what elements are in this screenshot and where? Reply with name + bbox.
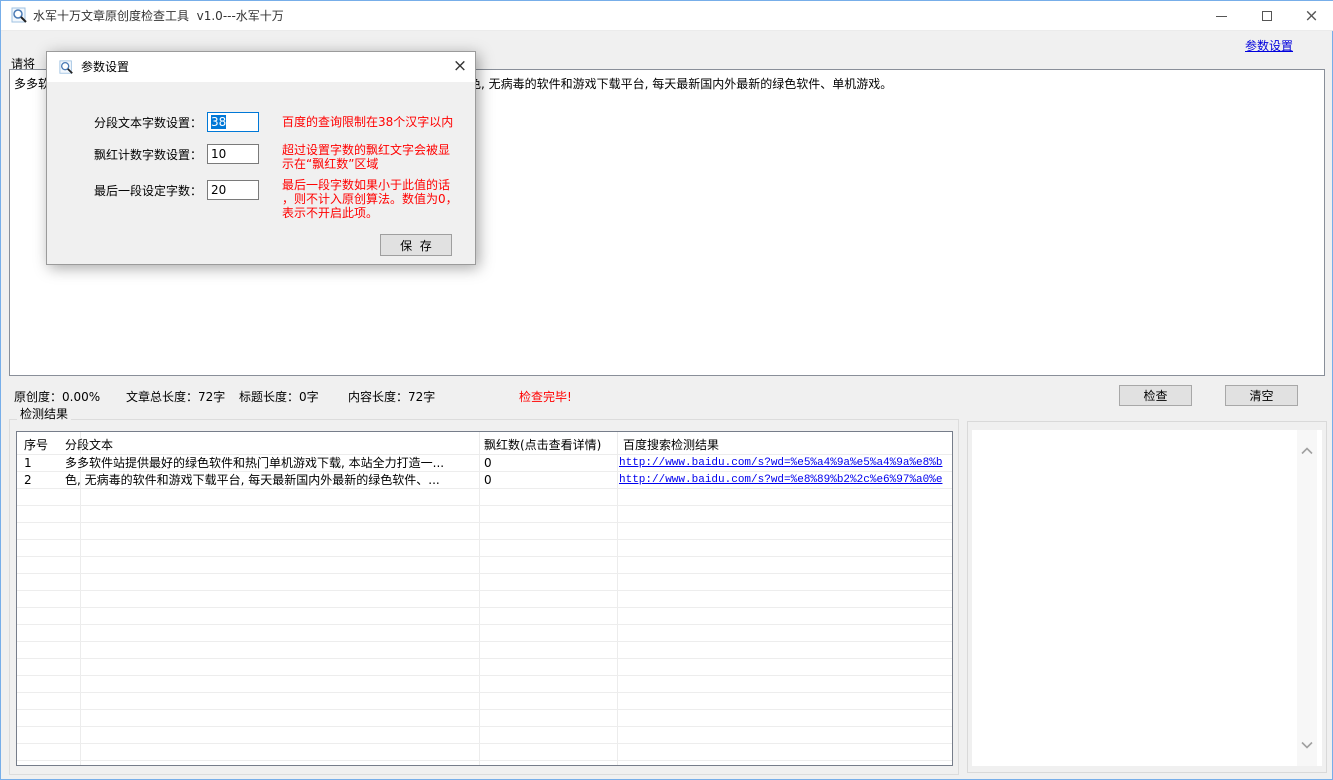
field-label-last-segment-chars: 最后一段设定字数： xyxy=(93,184,202,198)
magnifier-dialog-icon xyxy=(59,60,74,78)
status-originality: 原创度：0.00% xyxy=(14,390,101,404)
table-header-redcount[interactable]: 飘红数(点击查看详情) xyxy=(484,436,601,453)
field-hint-segment-chars: 百度的查询限制在38个汉字以内 xyxy=(282,115,454,129)
status-title-length: 标题长度：0字 xyxy=(239,390,319,404)
detail-panel-content[interactable] xyxy=(972,430,1322,766)
scroll-down-icon[interactable] xyxy=(1301,738,1313,752)
clear-button[interactable]: 清空 xyxy=(1225,385,1298,406)
table-row: 2 色, 无病毒的软件和游戏下载平台, 每天最新国内外最新的绿色软件、... 0… xyxy=(17,472,952,489)
close-button[interactable]: × xyxy=(1289,1,1333,31)
minimize-button[interactable] xyxy=(1199,1,1244,31)
scroll-up-icon[interactable] xyxy=(1301,444,1313,458)
dialog-close-button[interactable]: × xyxy=(445,52,475,82)
field-input-segment-chars[interactable]: 38 xyxy=(207,112,259,132)
row-index: 1 xyxy=(24,456,32,470)
minimize-icon xyxy=(1216,15,1227,17)
close-icon: × xyxy=(1304,5,1319,26)
selected-text: 38 xyxy=(211,115,227,129)
maximize-button[interactable] xyxy=(1244,1,1289,31)
row-segment-text: 色, 无病毒的软件和游戏下载平台, 每天最新国内外最新的绿色软件、... xyxy=(65,473,440,487)
scrollbar[interactable] xyxy=(1297,430,1317,766)
settings-dialog: 参数设置 × 分段文本字数设置： 38 百度的查询限制在38个汉字以内 飘红计数… xyxy=(46,51,476,265)
article-text-fragment-right: 色, 无病毒的软件和游戏下载平台, 每天最新国内外最新的绿色软件、单机游戏。 xyxy=(469,77,893,91)
table-header-index[interactable]: 序号 xyxy=(24,436,48,453)
row-baidu-link[interactable]: http://www.baidu.com/s?wd=%e5%a4%9a%e5%a… xyxy=(619,455,942,471)
status-content-length: 内容长度：72字 xyxy=(348,390,436,404)
field-input-last-segment-chars[interactable] xyxy=(207,180,259,200)
dialog-title: 参数设置 xyxy=(81,60,130,74)
row-index: 2 xyxy=(24,473,32,487)
field-label-red-count-chars: 飘红计数字数设置： xyxy=(93,148,202,162)
field-hint-last-segment-chars: 最后一段字数如果小于此值的话，则不计入原创算法。数值为0，表示不开启此项。 xyxy=(282,178,458,220)
table-grid xyxy=(17,455,952,765)
dialog-title-bar: 参数设置 × xyxy=(47,52,475,82)
detail-panel xyxy=(967,421,1327,773)
title-bar: 水军十万文章原创度检查工具 v1.0---水军十万 × xyxy=(1,1,1333,31)
table-row: 1 多多软件站提供最好的绿色软件和热门单机游戏下载, 本站全力打造一... 0 … xyxy=(17,455,952,472)
magnifier-app-icon xyxy=(11,7,28,27)
close-icon: × xyxy=(452,56,468,76)
app-window: { "window": { "title": "水军十万文章原创度检查工具 v1… xyxy=(0,0,1333,780)
table-header-segment[interactable]: 分段文本 xyxy=(65,436,113,453)
field-input-red-count-chars[interactable] xyxy=(207,144,259,164)
row-red-count[interactable]: 0 xyxy=(484,472,492,488)
save-button[interactable]: 保 存 xyxy=(380,234,452,256)
table-header-baidu-result[interactable]: 百度搜索检测结果 xyxy=(623,436,719,453)
window-controls: × xyxy=(1199,1,1333,31)
maximize-icon xyxy=(1261,11,1272,21)
row-segment-text: 多多软件站提供最好的绿色软件和热门单机游戏下载, 本站全力打造一... xyxy=(65,456,445,470)
status-check-done: 检查完毕! xyxy=(519,390,572,404)
settings-link[interactable]: 参数设置 xyxy=(1245,37,1293,54)
check-button[interactable]: 检查 xyxy=(1119,385,1192,406)
field-hint-red-count-chars: 超过设置字数的飘红文字会被显示在“飘红数”区域 xyxy=(282,143,451,171)
row-baidu-link[interactable]: http://www.baidu.com/s?wd=%e8%89%b2%2c%e… xyxy=(619,472,942,488)
row-red-count[interactable]: 0 xyxy=(484,455,492,471)
window-title: 水军十万文章原创度检查工具 v1.0---水军十万 xyxy=(33,9,284,23)
status-total-length: 文章总长度：72字 xyxy=(126,390,226,404)
results-table: 序号 分段文本 飘红数(点击查看详情) 百度搜索检测结果 1 多多软件站提供最好… xyxy=(16,431,953,766)
field-label-segment-chars: 分段文本字数设置： xyxy=(93,116,202,130)
article-text-fragment-left: 多多软 xyxy=(14,77,51,91)
results-group-label: 检测结果 xyxy=(17,405,72,422)
